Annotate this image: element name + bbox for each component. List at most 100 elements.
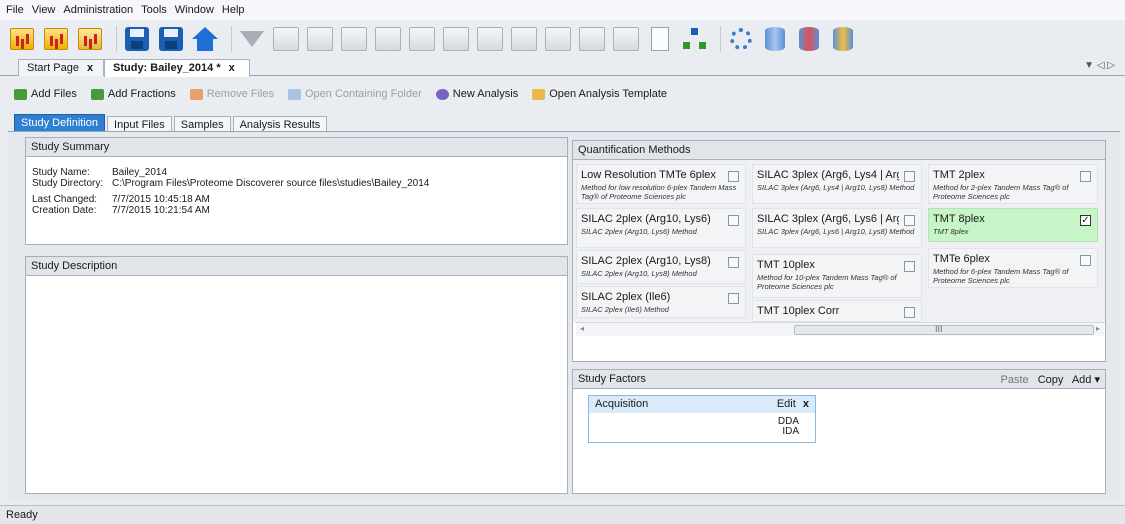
scroll-right-arrow-icon[interactable]: ▸	[1096, 324, 1100, 333]
open-folder-icon[interactable]	[76, 25, 104, 53]
open-folder-label: Open Containing Folder	[304, 88, 422, 100]
tab-scroll-controls[interactable]: ▼ ◁ ▷	[1084, 60, 1115, 71]
method-checkbox[interactable]	[728, 171, 739, 182]
method-card[interactable]: SILAC 3plex (Arg6, Lys4 | Arg10... SILAC…	[752, 164, 922, 204]
study-description-input[interactable]	[28, 279, 565, 491]
factor-name: Acquisition	[595, 398, 649, 410]
scroll-grip: III	[935, 324, 943, 334]
save-icon[interactable]	[123, 25, 151, 53]
method-card[interactable]: TMT 10plex Method for 10-plex Tandem Mas…	[752, 254, 922, 298]
database1-icon[interactable]	[761, 25, 789, 53]
close-icon[interactable]: x	[87, 62, 93, 74]
method-description: Method for low resolution 6-plex Tandem …	[581, 183, 737, 201]
action-bar: Add Files Add Fractions Remove Files Ope…	[14, 88, 681, 100]
tab-study[interactable]: Study: Bailey_2014 * x	[104, 59, 250, 77]
method-card[interactable]: SILAC 2plex (Ile6) SILAC 2plex (Ile6) Me…	[576, 286, 746, 318]
method-card[interactable]: TMT 2plex Method for 2-plex Tandem Mass …	[928, 164, 1098, 204]
new-analysis-button[interactable]: New Analysis	[435, 88, 518, 100]
menu-tools[interactable]: Tools	[141, 4, 167, 16]
method-card[interactable]: SILAC 2plex (Arg10, Lys6) SILAC 2plex (A…	[576, 208, 746, 248]
method-description: Method for 10-plex Tandem Mass Tag® of P…	[757, 273, 897, 291]
method-card[interactable]: SILAC 3plex (Arg6, Lys6 | Arg10... SILAC…	[752, 208, 922, 248]
remove-files-button[interactable]: Remove Files	[189, 88, 274, 100]
menu-window[interactable]: Window	[175, 4, 214, 16]
close-icon[interactable]: x	[803, 398, 809, 410]
method-checkbox[interactable]	[904, 261, 915, 272]
document-tab-strip: Start Page x Study: Bailey_2014 * x	[0, 58, 1125, 77]
method-card[interactable]: TMTe 6plex Method for 6-plex Tandem Mass…	[928, 248, 1098, 288]
remove-files-icon	[189, 88, 203, 100]
workflow-icon[interactable]	[680, 25, 708, 53]
method-card[interactable]: TMT 10plex Corr	[752, 300, 922, 322]
factor-value: DDA	[777, 416, 799, 427]
open-report-icon[interactable]	[42, 25, 70, 53]
save-all-icon[interactable]	[157, 25, 185, 53]
tab-study-definition[interactable]: Study Definition	[14, 114, 106, 132]
method-card-selected[interactable]: TMT 8plex TMT 8plex ✓	[928, 208, 1098, 242]
chart3-icon[interactable]	[340, 25, 368, 53]
edit-factor-button[interactable]: Edit	[777, 398, 796, 410]
tab-input-files[interactable]: Input Files	[107, 116, 172, 132]
open-template-icon	[532, 88, 546, 100]
add-fractions-icon	[90, 88, 104, 100]
quant-icon[interactable]	[544, 25, 572, 53]
method-checkbox[interactable]	[1080, 171, 1091, 182]
tab-start-page[interactable]: Start Page x	[18, 59, 104, 76]
method-card[interactable]: Low Resolution TMTe 6plex Method for low…	[576, 164, 746, 204]
tab-samples[interactable]: Samples	[173, 116, 231, 132]
database2-icon[interactable]	[795, 25, 823, 53]
method-checkbox[interactable]	[904, 171, 915, 182]
menu-administration[interactable]: Administration	[63, 4, 133, 16]
method-checkbox[interactable]	[904, 307, 915, 318]
method-checkbox-checked[interactable]: ✓	[1080, 215, 1091, 226]
bar-icon[interactable]	[442, 25, 470, 53]
study-factors-header: Study Factors Paste Copy Add ▾	[573, 370, 1105, 389]
scroll-left-arrow-icon[interactable]: ◂	[580, 324, 584, 333]
method-checkbox[interactable]	[728, 215, 739, 226]
database3-icon[interactable]	[829, 25, 857, 53]
filter-icon[interactable]	[238, 25, 266, 53]
settings-icon[interactable]	[727, 25, 755, 53]
method-checkbox[interactable]	[904, 215, 915, 226]
close-icon[interactable]: x	[229, 62, 235, 74]
add-files-button[interactable]: Add Files	[14, 88, 77, 100]
chart1-icon[interactable]	[272, 25, 300, 53]
chart2-icon[interactable]	[306, 25, 334, 53]
factor-values: DDA IDA	[589, 417, 815, 437]
open-folder-button[interactable]: Open Containing Folder	[287, 88, 422, 100]
add-factor-button[interactable]: Add ▾	[1072, 374, 1100, 386]
copy-button[interactable]: Copy	[1038, 374, 1064, 386]
toolbar-separator	[231, 26, 232, 52]
scrollbar-thumb[interactable]: III	[794, 324, 1094, 335]
method-checkbox[interactable]	[1080, 255, 1091, 266]
open-study-icon[interactable]	[8, 25, 36, 53]
menu-help[interactable]: Help	[222, 4, 245, 16]
method-checkbox[interactable]	[728, 293, 739, 304]
method-card[interactable]: SILAC 2plex (Arg10, Lys8) SILAC 2plex (A…	[576, 250, 746, 284]
methods-horizontal-scrollbar[interactable]: ◂ III ▸	[576, 322, 1104, 336]
tab-analysis-results[interactable]: Analysis Results	[232, 116, 328, 132]
spectrum-icon[interactable]	[374, 25, 402, 53]
factor-card-acquisition: Acquisition Edit x DDA IDA	[588, 395, 816, 443]
method-title: Low Resolution TMTe 6plex	[581, 169, 716, 181]
creation-date-value: 7/7/2015 10:21:54 AM	[112, 205, 210, 216]
add-fractions-label: Add Fractions	[107, 88, 176, 100]
last-changed-value: 7/7/2015 10:45:18 AM	[112, 194, 210, 205]
tab-start-page-label: Start Page	[27, 62, 79, 74]
method-title: TMT 2plex	[933, 169, 985, 181]
peak-icon[interactable]	[476, 25, 504, 53]
method-description: TMT 8plex	[933, 227, 969, 236]
add-fractions-button[interactable]: Add Fractions	[90, 88, 176, 100]
menu-file[interactable]: File	[6, 4, 24, 16]
table-icon[interactable]	[510, 25, 538, 53]
study-description-panel: Study Description	[25, 256, 568, 494]
document-icon[interactable]	[646, 25, 674, 53]
bar2-icon[interactable]	[578, 25, 606, 53]
method-checkbox[interactable]	[728, 257, 739, 268]
home-icon[interactable]	[191, 25, 219, 53]
open-template-button[interactable]: Open Analysis Template	[532, 88, 667, 100]
bar3-icon[interactable]	[612, 25, 640, 53]
histogram-icon[interactable]	[408, 25, 436, 53]
menu-view[interactable]: View	[32, 4, 56, 16]
paste-button[interactable]: Paste	[1001, 374, 1029, 386]
